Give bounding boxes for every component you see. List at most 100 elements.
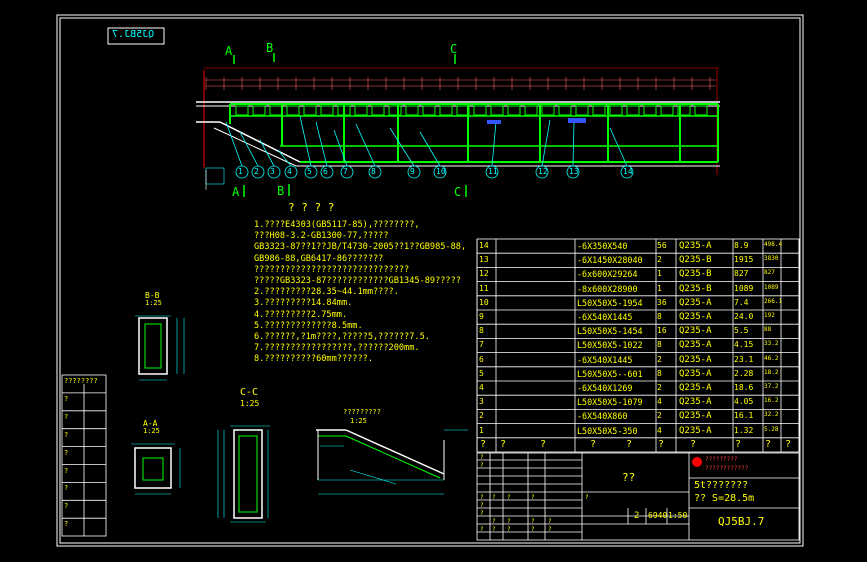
bom-mat: Q235-A — [679, 326, 712, 337]
title-cell: ? — [480, 510, 484, 517]
note-line: 7.?????????????????,??????200mm. — [254, 343, 420, 354]
left-table-cell: ? — [64, 394, 69, 403]
bom-qty: 8 — [657, 340, 662, 350]
note-line: 6.??????,?1m????,?????5,??????7.5. — [254, 332, 430, 342]
note-line: 5.?????????????8.5mm. — [254, 320, 363, 331]
title-cell: ? — [531, 526, 535, 533]
bom-total: 88 — [764, 326, 772, 334]
bom-unit: 18.6 — [734, 383, 754, 392]
section-cc-title: C-C — [240, 387, 259, 398]
bom-spec: -6X350X540 — [577, 241, 628, 251]
balloon-label: 12 — [538, 167, 548, 176]
bom-no: 6 — [479, 354, 484, 364]
bom-mat: Q235-B — [679, 269, 712, 280]
title-cell: ? — [585, 494, 589, 501]
title-cell: ? — [507, 494, 511, 501]
bom-total: 266.1 — [764, 297, 783, 305]
left-table-cell: ? — [64, 412, 69, 421]
detail-scale: 1:25 — [350, 417, 367, 425]
bom-mat: Q235-A — [679, 354, 712, 365]
bom-no: 2 — [479, 411, 484, 421]
mirror-code: QJ5BJ.7 — [112, 29, 155, 40]
bom-unit: 827 — [734, 269, 749, 279]
bom-mat: Q235-A — [679, 383, 712, 393]
bom-mat: Q235-A — [679, 368, 712, 379]
bom-header-cell: ? — [785, 438, 792, 450]
view-label-a-top: A — [225, 44, 233, 58]
bom-qty: 2 — [657, 354, 662, 364]
title-cell: ? — [507, 518, 511, 525]
note-line: ?????GB3323-87????????????GB1345-89????? — [254, 276, 461, 286]
section-aa-scale: 1:25 — [143, 427, 160, 435]
bom-spec: -6X540X1445 — [577, 354, 633, 365]
bom-no: 4 — [479, 383, 484, 392]
bom-qty: 36 — [657, 297, 667, 307]
bom-spec: -6x600X29264 — [577, 269, 638, 280]
bom-unit: 5.5 — [734, 326, 749, 336]
section-bb-scale: 1:25 — [145, 299, 162, 307]
note-line: ?????????????????????????????? — [254, 264, 410, 275]
bom-spec: -8x600X28900 — [577, 283, 638, 294]
balloon-label: 10 — [436, 167, 446, 176]
note-line: 2.?????????28.35~44.1mm????. — [254, 287, 399, 298]
balloon-label: 7 — [343, 167, 348, 176]
bom-spec: L50X50X5-1454 — [577, 326, 643, 337]
bom-no: 14 — [479, 241, 489, 250]
bom-unit: 7.4 — [734, 297, 749, 307]
note-line: GB3323-87??1??JB/T4730-2005??1??GB985-88… — [254, 242, 467, 253]
bom-header-cell: ? — [540, 438, 547, 450]
bom-unit: 23.1 — [734, 354, 754, 364]
bom-qty: 8 — [657, 312, 662, 321]
balloon-label: 3 — [270, 167, 275, 176]
bom-no: 7 — [479, 340, 484, 350]
drawing-canvas: QJ5BJ.7 A B C A B C ? ? ? ? 1.????E4303(… — [0, 0, 867, 562]
company-logo-icon — [692, 457, 702, 467]
bom-qty: 1 — [657, 283, 662, 293]
drawing-code: QJ5BJ.7 — [718, 515, 765, 528]
title-name: ?? — [622, 471, 636, 484]
title-cell: ? — [480, 462, 484, 469]
balloon-label: 11 — [488, 167, 498, 176]
bom-qty: 2 — [657, 411, 662, 421]
bom-spec: L50X50X5-1954 — [577, 297, 643, 308]
title-cell: ? — [480, 526, 484, 533]
bom-header-cell: ? — [765, 438, 772, 450]
bom-header-cell: ? — [735, 438, 742, 450]
drawing-scale: 1:50 — [668, 511, 688, 520]
section-cc-view — [217, 425, 270, 523]
bom-qty: 56 — [657, 241, 667, 250]
bom-unit: 8.9 — [734, 241, 749, 250]
bom-total: 827 — [764, 269, 775, 277]
bom-mat: Q235-A — [679, 411, 712, 422]
product-line2: ?? S=28.5m — [694, 493, 755, 504]
note-line: 4.?????????2.75mm. — [254, 309, 348, 320]
company-line1: ????????? — [705, 456, 738, 463]
bom-total: 3830 — [764, 255, 779, 263]
bom-unit: 4.05 — [734, 397, 754, 407]
bom-header-cell: ? — [690, 438, 697, 450]
bom-qty: 2 — [657, 255, 662, 265]
total-weight: 6940 — [648, 511, 668, 520]
bom-total: 16.2 — [764, 397, 779, 405]
bom-unit: 1915 — [734, 255, 754, 265]
title-cell: ? — [492, 518, 496, 525]
bom-spec: L50X50X5--601 — [577, 368, 643, 379]
title-cell: ? — [480, 494, 484, 501]
bom-no: 11 — [479, 283, 489, 293]
left-table-cell: ? — [64, 430, 69, 439]
view-label-b-top: B — [266, 41, 274, 55]
bom-unit: 16.1 — [734, 411, 754, 421]
title-cell: ? — [492, 526, 496, 533]
note-line: 8.??????????60mm??????. — [254, 354, 373, 365]
title-cell: ? — [548, 526, 552, 533]
balloon-label: 8 — [371, 167, 376, 176]
product-line1: 5t??????? — [694, 480, 749, 491]
bom-total: 5.28 — [764, 425, 779, 433]
view-label-b-bottom: B — [277, 184, 285, 198]
title-cell: ? — [531, 494, 535, 501]
notes-title: ? ? ? ? — [288, 201, 335, 214]
note-line: 3.?????????14.84mm. — [254, 298, 353, 309]
left-table-cell: ???????? — [64, 377, 98, 385]
bom-qty: 8 — [657, 368, 662, 378]
bom-total: 33.2 — [764, 340, 779, 348]
